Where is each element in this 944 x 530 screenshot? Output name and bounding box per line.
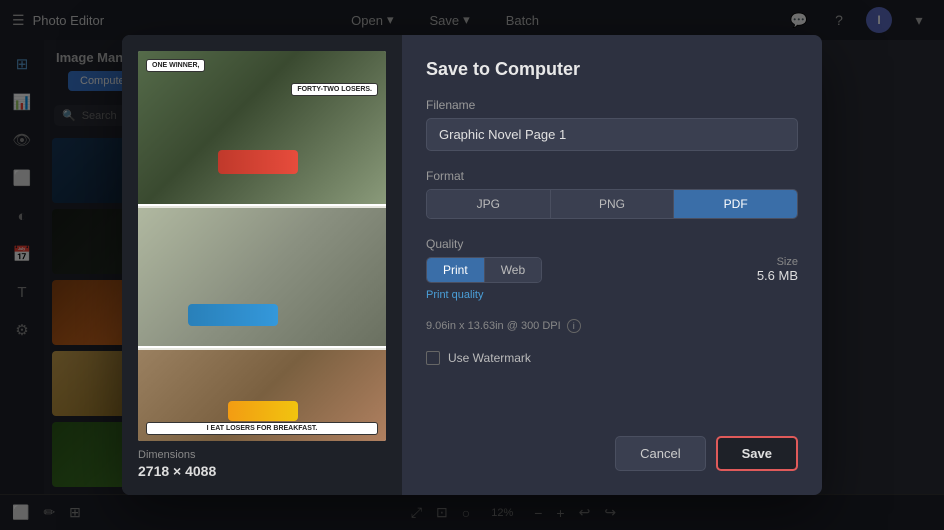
quality-selector: Print Web: [426, 257, 542, 283]
size-value: 5.6 MB: [757, 268, 798, 283]
dialog-title: Save to Computer: [426, 59, 798, 80]
filename-input[interactable]: [426, 118, 798, 151]
quality-left: Quality Print Web Print quality: [426, 237, 542, 301]
quality-label: Quality: [426, 237, 542, 251]
format-jpg[interactable]: JPG: [427, 190, 551, 218]
dimensions-label: Dimensions: [138, 449, 216, 461]
dimensions-info: Dimensions 2718 × 4088: [138, 449, 216, 479]
format-png[interactable]: PNG: [551, 190, 675, 218]
speech-bubble-3: I EAT LOSERS FOR BREAKFAST.: [146, 422, 378, 435]
print-quality-link[interactable]: Print quality: [426, 289, 542, 301]
filename-group: Filename: [426, 98, 798, 151]
speech-bubble-2: FORTY-TWO LOSERS.: [291, 83, 378, 96]
quality-print[interactable]: Print: [427, 258, 485, 282]
format-pdf[interactable]: PDF: [674, 190, 797, 218]
cancel-button[interactable]: Cancel: [615, 436, 705, 471]
info-icon[interactable]: i: [567, 319, 581, 333]
comic-preview: ONE WINNER, FORTY-TWO LOSERS. I EAT LOSE…: [138, 51, 386, 441]
watermark-label: Use Watermark: [448, 351, 531, 365]
dialog-actions: Cancel Save: [426, 428, 798, 471]
dpi-text: 9.06in x 13.63in @ 300 DPI: [426, 320, 561, 332]
dialog-options: Save to Computer Filename Format JPG PNG…: [402, 35, 822, 495]
dpi-info: 9.06in x 13.63in @ 300 DPI i: [426, 319, 798, 333]
quality-row: Quality Print Web Print quality Size 5.6…: [426, 237, 798, 301]
quality-web[interactable]: Web: [485, 258, 541, 282]
dialog-preview: ONE WINNER, FORTY-TWO LOSERS. I EAT LOSE…: [122, 35, 402, 495]
format-label: Format: [426, 169, 798, 183]
filename-label: Filename: [426, 98, 798, 112]
car-shape-bot: [228, 401, 298, 421]
car-shape-mid: [188, 304, 278, 326]
size-group: Size 5.6 MB: [757, 256, 798, 283]
comic-panel-mid: [138, 208, 386, 348]
car-shape: [218, 150, 298, 174]
format-group: Format JPG PNG PDF: [426, 169, 798, 219]
speech-bubble-1: ONE WINNER,: [146, 59, 205, 72]
size-label: Size: [757, 256, 798, 268]
format-selector: JPG PNG PDF: [426, 189, 798, 219]
watermark-checkbox[interactable]: [426, 351, 440, 365]
dimensions-value: 2718 × 4088: [138, 463, 216, 479]
save-dialog: ONE WINNER, FORTY-TWO LOSERS. I EAT LOSE…: [122, 35, 822, 495]
save-confirm-button[interactable]: Save: [716, 436, 798, 471]
comic-panel-bot: I EAT LOSERS FOR BREAKFAST.: [138, 350, 386, 441]
comic-panel-top: ONE WINNER, FORTY-TWO LOSERS.: [138, 51, 386, 206]
watermark-row: Use Watermark: [426, 351, 798, 365]
